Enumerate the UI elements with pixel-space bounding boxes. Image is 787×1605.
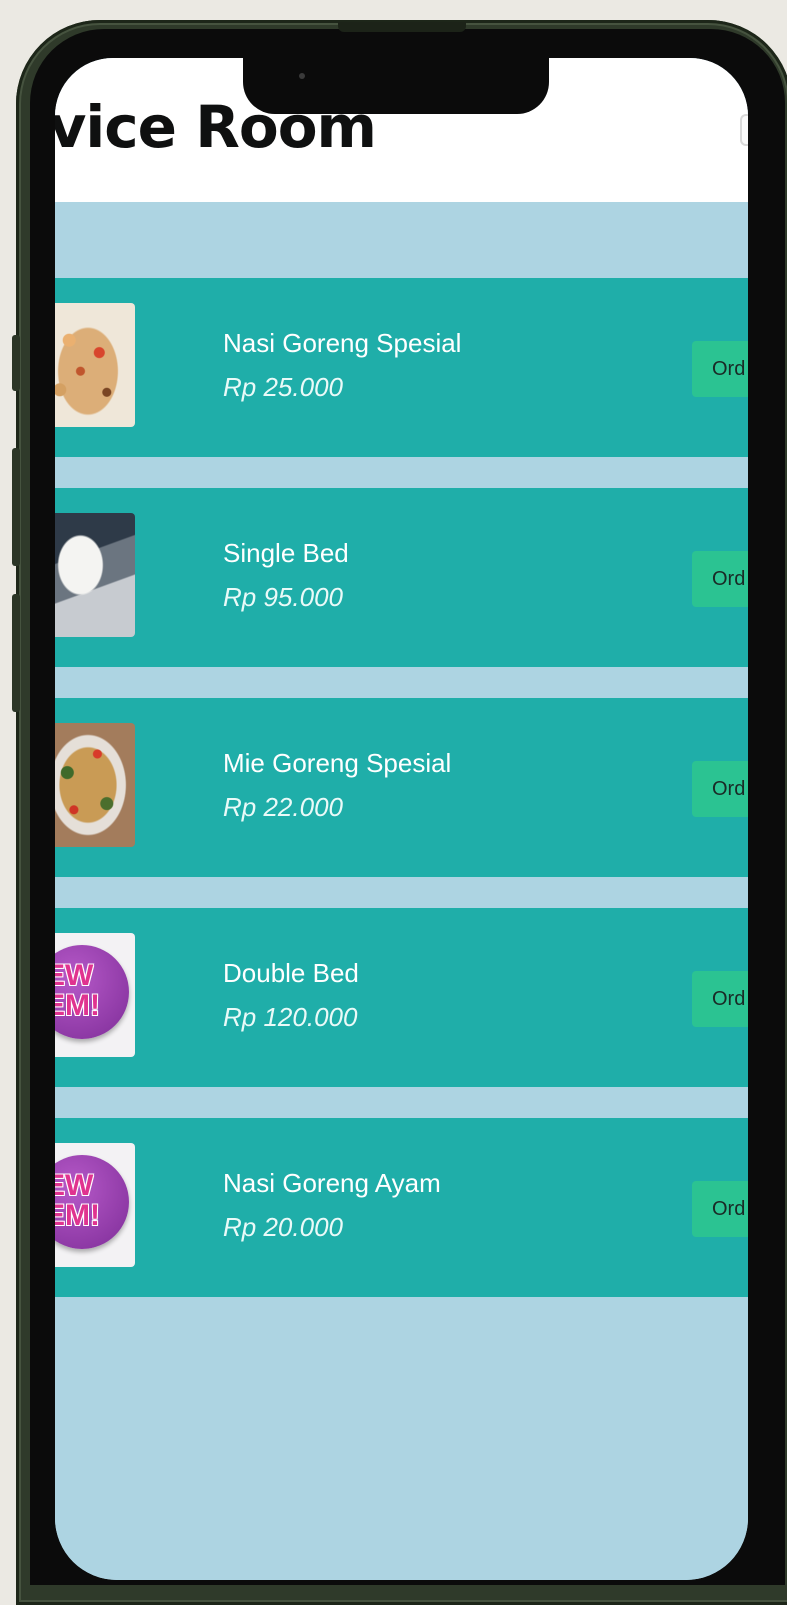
item-price: Rp 95.000 bbox=[223, 582, 343, 612]
new-item-badge: EW EM! bbox=[55, 933, 135, 1057]
menu-item-card: EW EM! Double Bed Rp 120.000 Ord bbox=[55, 908, 748, 1087]
phone-notch bbox=[243, 58, 549, 114]
phone-volume-down-button bbox=[12, 594, 20, 712]
menu-item-card: Single Bed Rp 95.000 Ord bbox=[55, 488, 748, 667]
order-button[interactable]: Ord bbox=[692, 761, 748, 817]
fried-noodle-photo bbox=[55, 723, 135, 847]
phone-screen: rvice Room Nasi Goreng Spesial Rp 25.000… bbox=[55, 58, 748, 1580]
item-name: Single Bed bbox=[223, 538, 349, 568]
menu-item-card: Nasi Goreng Spesial Rp 25.000 Ord bbox=[55, 278, 748, 457]
bed-photo bbox=[55, 513, 135, 637]
menu-item-card: EW EM! Nasi Goreng Ayam Rp 20.000 Ord bbox=[55, 1118, 748, 1297]
item-name: Mie Goreng Spesial bbox=[223, 748, 452, 778]
fried-rice-photo bbox=[55, 303, 135, 427]
item-price: Rp 25.000 bbox=[223, 372, 343, 402]
item-price: Rp 20.000 bbox=[223, 1212, 343, 1242]
new-item-badge-text: EW EM! bbox=[55, 959, 100, 1022]
item-name: Double Bed bbox=[223, 958, 359, 988]
phone-speaker-ridge bbox=[338, 22, 466, 32]
menu-content-area[interactable]: Nasi Goreng Spesial Rp 25.000 Ord Single… bbox=[55, 202, 748, 1580]
phone-volume-up-button bbox=[12, 448, 20, 566]
item-price: Rp 120.000 bbox=[223, 1002, 358, 1032]
front-camera-icon bbox=[299, 73, 305, 79]
item-price: Rp 22.000 bbox=[223, 792, 343, 822]
order-button[interactable]: Ord bbox=[692, 341, 748, 397]
phone-silent-switch bbox=[12, 335, 20, 391]
new-item-badge: EW EM! bbox=[55, 1143, 135, 1267]
item-name: Nasi Goreng Spesial bbox=[223, 328, 462, 358]
item-name: Nasi Goreng Ayam bbox=[223, 1168, 441, 1198]
order-button[interactable]: Ord bbox=[692, 1181, 748, 1237]
menu-item-card: Mie Goreng Spesial Rp 22.000 Ord bbox=[55, 698, 748, 877]
header-menu-button[interactable] bbox=[740, 114, 748, 146]
order-button[interactable]: Ord bbox=[692, 551, 748, 607]
order-button[interactable]: Ord bbox=[692, 971, 748, 1027]
new-item-badge-text: EW EM! bbox=[55, 1169, 100, 1232]
